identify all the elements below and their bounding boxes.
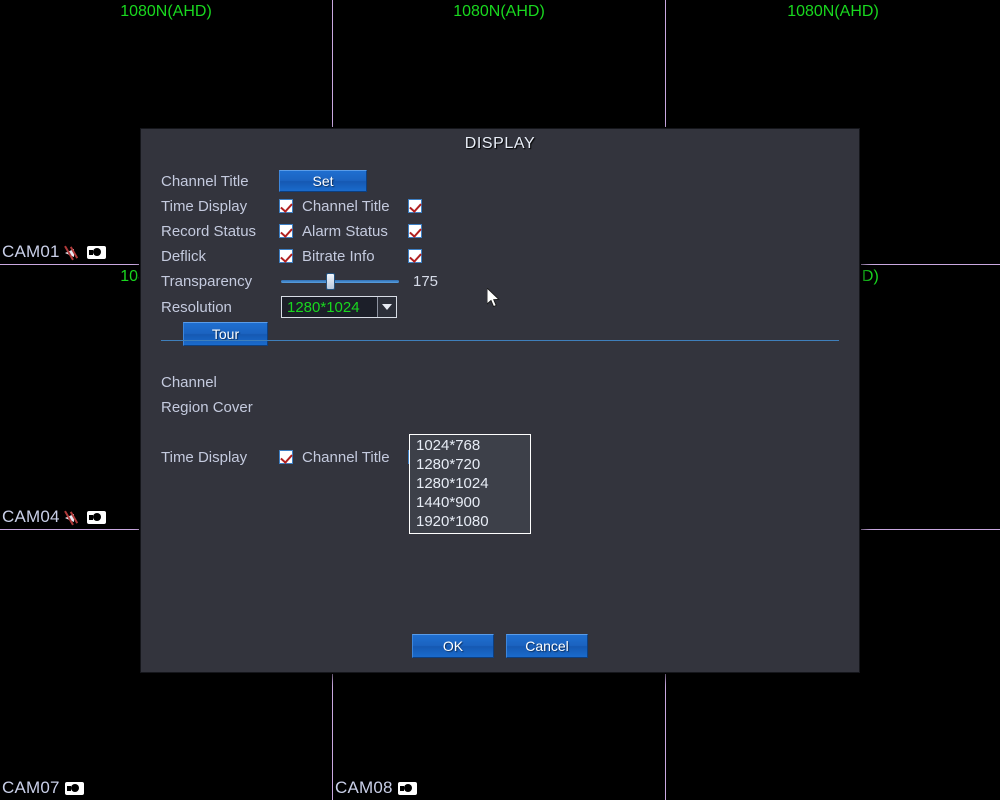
ok-button[interactable]: OK (412, 634, 494, 658)
cam04-text: CAM04 (2, 507, 60, 526)
row-deflick: Deflick Bitrate Info (161, 244, 839, 268)
transparency-label: Transparency (161, 272, 253, 290)
dropdown-option[interactable]: 1280*720 (410, 455, 530, 474)
cam07-text: CAM07 (2, 778, 60, 797)
camera-label-cam01: CAM01 (2, 242, 106, 262)
dropdown-option[interactable]: 1280*1024 (410, 474, 530, 493)
resolution-selected-value: 1280*1024 (287, 298, 360, 316)
camera-icon (86, 510, 106, 524)
row-resolution: Resolution 1280*1024 (161, 295, 839, 319)
transparency-slider[interactable] (281, 271, 399, 291)
row-transparency: Transparency 175 (161, 269, 839, 293)
dropdown-option[interactable]: 1920*1080 (410, 512, 530, 531)
record-status-label: Record Status (161, 222, 257, 240)
row-region-cover: Region Cover (161, 395, 839, 419)
camera-icon (86, 245, 106, 259)
region-cover-label: Region Cover (161, 398, 253, 416)
dialog-footer: OK Cancel (141, 634, 859, 658)
mute-icon (63, 510, 82, 525)
tour-button[interactable]: Tour (183, 322, 268, 346)
camera-icon (64, 781, 84, 795)
time-display-checkbox[interactable] (279, 199, 293, 213)
time-display-checkbox-2[interactable] (279, 450, 293, 464)
camera-label-cam04: CAM04 (2, 507, 106, 527)
resolution-label: Resolution (161, 298, 232, 316)
transparency-value: 175 (413, 272, 439, 290)
row-channel-title: Channel Title Set (161, 169, 839, 193)
resolution-combobox[interactable]: 1280*1024 (281, 296, 397, 318)
section-divider (161, 340, 839, 341)
resolution-tag: 1080N(AHD) (453, 3, 545, 20)
channel-title-checkbox[interactable] (408, 199, 422, 213)
slider-thumb[interactable] (325, 273, 335, 290)
time-display-label-2: Time Display (161, 448, 248, 466)
record-status-checkbox[interactable] (279, 224, 293, 238)
dvr-screen: 1080N(AHD) CAM01 1080N(AHD) CAM02 1080N(… (0, 0, 1000, 800)
slider-track (281, 280, 399, 283)
alarm-status-sub-label: Alarm Status (302, 222, 388, 240)
cancel-button[interactable]: Cancel (506, 634, 588, 658)
resolution-tag: 1080N(AHD) (787, 3, 879, 20)
channel-title-sub-label-2: Channel Title (302, 448, 390, 466)
row-tour: Tour (161, 322, 839, 346)
camera-label-cam07: CAM07 (2, 778, 84, 798)
cam01-text: CAM01 (2, 242, 60, 261)
dropdown-option[interactable]: 1024*768 (410, 436, 530, 455)
chevron-down-icon[interactable] (377, 297, 396, 317)
dialog-title: DISPLAY (464, 135, 536, 152)
channel-title-sub-label: Channel Title (302, 197, 390, 215)
row-time-display: Time Display Channel Title (161, 194, 839, 218)
camera-icon (397, 781, 417, 795)
bitrate-info-sub-label: Bitrate Info (302, 247, 375, 265)
deflick-checkbox[interactable] (279, 249, 293, 263)
dropdown-option[interactable]: 1440*900 (410, 493, 530, 512)
resolution-dropdown-list[interactable]: 1024*768 1280*720 1280*1024 1440*900 192… (409, 434, 531, 534)
row-record-status: Record Status Alarm Status (161, 219, 839, 243)
channel-title-label: Channel Title (161, 172, 249, 190)
alarm-status-checkbox[interactable] (408, 224, 422, 238)
resolution-tag: 1080N(AHD) (120, 3, 212, 20)
dialog-form: Channel Title Set Time Display Channel T… (161, 169, 839, 470)
camera-label-cam08: CAM08 (335, 778, 417, 798)
row-channel: Channel (161, 370, 839, 394)
time-display-label: Time Display (161, 197, 248, 215)
mute-icon (63, 245, 82, 260)
deflick-label: Deflick (161, 247, 207, 265)
bitrate-info-checkbox[interactable] (408, 249, 422, 263)
channel-label: Channel (161, 373, 217, 391)
channel-title-set-button[interactable]: Set (279, 170, 367, 192)
cam08-text: CAM08 (335, 778, 393, 797)
display-dialog: DISPLAY Channel Title Set Time Display C… (140, 128, 860, 673)
